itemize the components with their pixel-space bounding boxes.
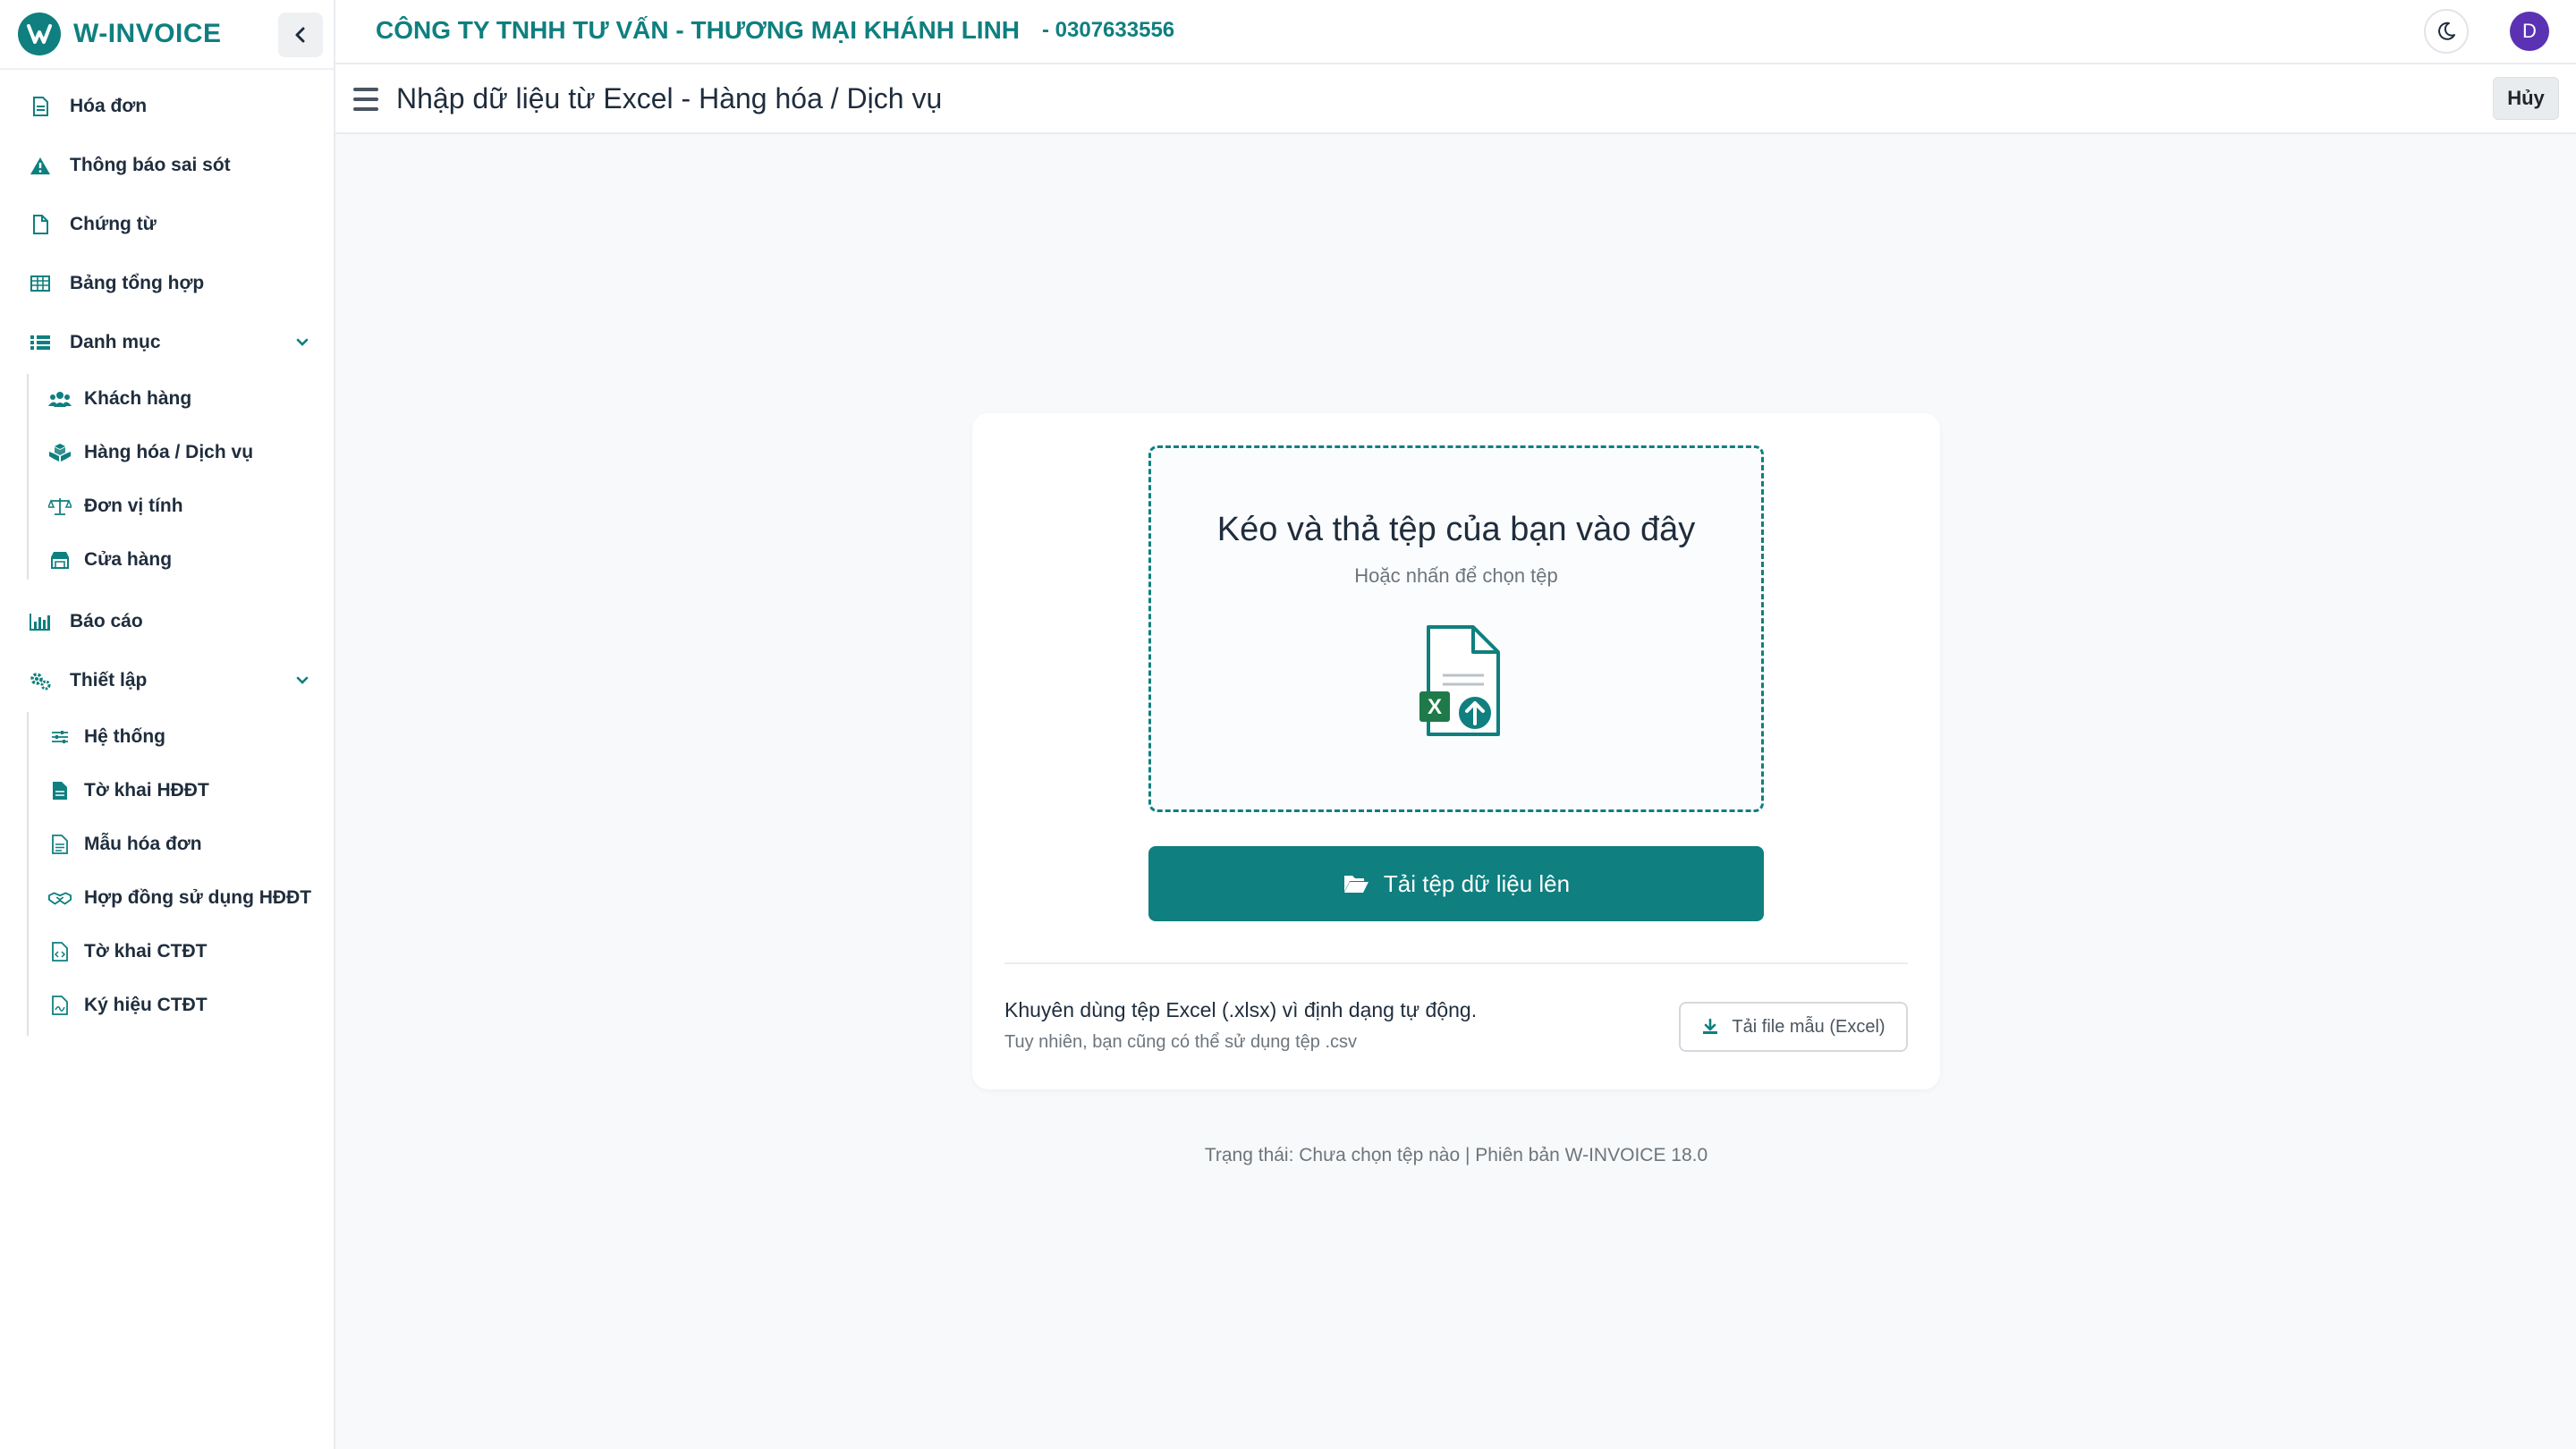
page-header: Nhập dữ liệu từ Excel - Hàng hóa / Dịch … [335, 64, 2576, 134]
theme-toggle-button[interactable] [2424, 9, 2469, 54]
sidebar-item-label: Chứng từ [70, 214, 157, 234]
store-icon [48, 548, 72, 572]
scale-icon [48, 495, 72, 518]
brand-name[interactable]: W-INVOICE [73, 19, 222, 49]
chart-icon [29, 610, 52, 633]
invoice-icon [29, 95, 52, 118]
users-icon [48, 387, 72, 411]
sidebar-item-label: Báo cáo [70, 611, 143, 631]
sidebar-item-he-thong[interactable]: Hệ thống [0, 712, 334, 762]
sidebar-item-thiet-lap[interactable]: Thiết lập [0, 656, 334, 706]
file-sign-icon [48, 994, 72, 1017]
cubes-icon [48, 441, 72, 464]
sidebar-item-don-vi-tinh[interactable]: Đơn vị tính [0, 481, 334, 531]
sidebar-item-ky-hieu-ctdt[interactable]: Ký hiệu CTĐT [0, 980, 334, 1030]
list-icon [29, 331, 52, 354]
card-divider [1004, 962, 1908, 964]
chevron-down-icon[interactable] [292, 332, 313, 353]
sidebar-collapse-button[interactable] [278, 13, 323, 57]
sidebar-item-hoa-don[interactable]: Hóa đơn [0, 81, 334, 131]
moon-icon [2438, 21, 2455, 40]
sidebar: W-INVOICE Hóa đơn Thông báo sai sót Chứn… [0, 0, 335, 1449]
sidebar-item-to-khai-hddt[interactable]: Tờ khai HĐĐT [0, 766, 334, 816]
sidebar-item-label: Thiết lập [70, 670, 148, 691]
excel-x-letter: X [1428, 695, 1442, 719]
sidebar-item-label: Bảng tổng hợp [70, 273, 205, 293]
sidebar-item-label: Tờ khai HĐĐT [84, 780, 209, 801]
sidebar-item-to-khai-ctdt[interactable]: Tờ khai CTĐT [0, 927, 334, 977]
file-filled-icon [48, 779, 72, 802]
sidebar-item-khach-hang[interactable]: Khách hàng [0, 374, 334, 424]
menu-icon[interactable] [353, 88, 378, 111]
download-sample-label: Tải file mẫu (Excel) [1732, 1016, 1885, 1037]
excel-upload-file-icon: X [1414, 623, 1504, 740]
sidebar-item-label: Mẫu hóa đơn [84, 834, 202, 854]
sidebar-item-label: Hợp đồng sử dụng HĐĐT [84, 887, 312, 908]
user-avatar[interactable]: D [2510, 12, 2549, 51]
recommend-xlsx-hint: Khuyên dùng tệp Excel (.xlsx) vì định dạ… [1004, 998, 1478, 1021]
handshake-icon [48, 886, 72, 910]
sidebar-item-label: Hệ thống [84, 726, 165, 747]
csv-allowed-hint: Tuy nhiên, bạn cũng có thể sử dụng tệp .… [1004, 1032, 1358, 1052]
sidebar-item-label: Cửa hàng [84, 549, 173, 570]
gears-icon [29, 669, 52, 692]
file-dropzone[interactable]: Kéo và thả tệp của bạn vào đây Hoặc nhấn… [1148, 445, 1764, 812]
top-header: CÔNG TY TNHH TƯ VẤN - THƯƠNG MẠI KHÁNH L… [335, 0, 2576, 64]
w-invoice-logo-icon[interactable] [18, 13, 61, 55]
sidebar-item-bao-cao[interactable]: Báo cáo [0, 597, 334, 647]
chevron-left-icon [295, 27, 305, 43]
sidebar-item-label: Tờ khai CTĐT [84, 941, 208, 962]
sliders-icon [48, 725, 72, 749]
sidebar-item-cua-hang[interactable]: Cửa hàng [0, 535, 334, 585]
chevron-down-icon[interactable] [292, 670, 313, 691]
brand-header: W-INVOICE [0, 0, 334, 70]
sidebar-item-label: Đơn vị tính [84, 496, 183, 516]
warning-icon [29, 154, 52, 177]
upload-card: Kéo và thả tệp của bạn vào đây Hoặc nhấn… [972, 413, 1940, 1089]
sidebar-item-label: Hóa đơn [70, 96, 148, 116]
dropzone-subtitle: Hoặc nhấn để chọn tệp [1354, 564, 1558, 587]
sidebar-item-label: Khách hàng [84, 388, 192, 409]
dropzone-title: Kéo và thả tệp của bạn vào đây [1216, 511, 1696, 548]
sidebar-item-hop-dong-su-dung-hddt[interactable]: Hợp đồng sử dụng HĐĐT [0, 873, 334, 923]
download-icon [1701, 1017, 1721, 1037]
table-icon [29, 272, 52, 295]
sidebar-item-label: Danh mục [70, 332, 161, 352]
file-code-icon [48, 940, 72, 963]
company-name: CÔNG TY TNHH TƯ VẤN - THƯƠNG MẠI KHÁNH L… [376, 16, 1021, 44]
cancel-button[interactable]: Hủy [2493, 77, 2559, 120]
tax-code: - 0307633556 [1042, 18, 1175, 42]
upload-button-label: Tải tệp dữ liệu lên [1383, 869, 1571, 897]
sidebar-item-thong-bao-sai-sot[interactable]: Thông báo sai sót [0, 140, 334, 191]
sidebar-item-danh-muc[interactable]: Danh mục [0, 318, 334, 368]
download-sample-button[interactable]: Tải file mẫu (Excel) [1679, 1002, 1908, 1052]
upload-data-file-button[interactable]: Tải tệp dữ liệu lên [1148, 846, 1764, 921]
sidebar-item-label: Hàng hóa / Dịch vụ [84, 442, 254, 462]
sidebar-item-label: Thông báo sai sót [70, 155, 231, 175]
sidebar-item-label: Ký hiệu CTĐT [84, 995, 208, 1015]
sidebar-item-chung-tu[interactable]: Chứng từ [0, 199, 334, 250]
sidebar-item-mau-hoa-don[interactable]: Mẫu hóa đơn [0, 819, 334, 869]
page-title: Nhập dữ liệu từ Excel - Hàng hóa / Dịch … [396, 82, 943, 114]
document-icon [29, 213, 52, 236]
status-footer: Trạng thái: Chưa chọn tệp nào | Phiên bả… [1204, 1145, 1708, 1165]
folder-open-icon [1343, 872, 1369, 895]
file-lines-icon [48, 833, 72, 856]
sidebar-item-hang-hoa-dich-vu[interactable]: Hàng hóa / Dịch vụ [0, 428, 334, 478]
sidebar-item-bang-tong-hop[interactable]: Bảng tổng hợp [0, 258, 334, 309]
